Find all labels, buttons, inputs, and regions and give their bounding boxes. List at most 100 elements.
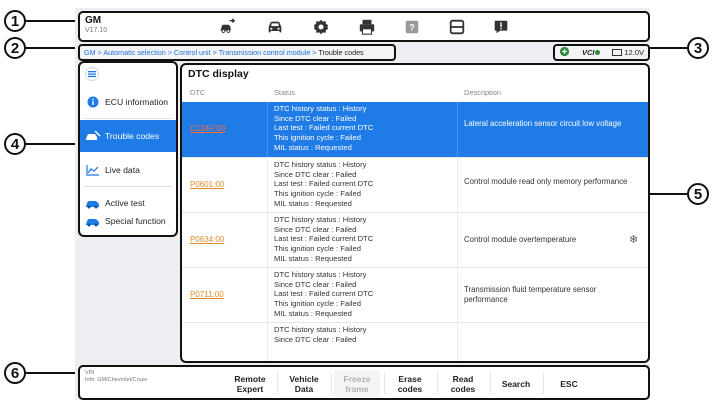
freeze-frame-button[interactable]: Freeze frame bbox=[334, 370, 380, 397]
table-row[interactable]: DTC history status : History Since DTC c… bbox=[182, 322, 648, 361]
vehicle-swap-icon[interactable] bbox=[218, 18, 236, 36]
status-line: DTC history status : History bbox=[274, 104, 367, 113]
column-header-status: Status bbox=[274, 88, 295, 97]
sidebar-item-ecu-information[interactable]: ECU information bbox=[80, 86, 176, 118]
dtc-description: Transmission fluid temperature sensor pe… bbox=[464, 285, 597, 304]
battery-icon bbox=[612, 49, 623, 56]
search-button[interactable]: Search bbox=[493, 370, 539, 397]
status-line: Last test : Failed current DTC bbox=[274, 234, 374, 244]
column-header-dtc: DTC bbox=[190, 88, 206, 97]
column-divider bbox=[267, 213, 268, 267]
menu-icon[interactable] bbox=[84, 67, 100, 81]
dtc-status: DTC history status : History Since DTC c… bbox=[274, 215, 373, 264]
read-codes-button[interactable]: Read codes bbox=[440, 370, 486, 397]
vci-connected-icon bbox=[595, 50, 601, 55]
callout-5: 5 bbox=[687, 183, 709, 205]
sidebar-item-label: ECU information bbox=[105, 97, 169, 107]
status-line: Since DTC clear : Failed bbox=[274, 334, 357, 344]
dtc-status: DTC history status : History Since DTC c… bbox=[274, 325, 366, 344]
sidebar-item-label: Live data bbox=[105, 165, 140, 175]
table-row[interactable]: P0601:00 DTC history status : History Si… bbox=[182, 157, 648, 212]
car-icon[interactable] bbox=[266, 18, 284, 36]
status-indicators: VCI 12.0V bbox=[553, 44, 650, 61]
dtc-code-link[interactable]: P0711:00 bbox=[190, 290, 224, 299]
table-row[interactable]: P0711:00 DTC history status : History Si… bbox=[182, 267, 648, 322]
sidebar-item-label: Special function bbox=[105, 216, 166, 226]
sidebar-item-live-data[interactable]: Live data bbox=[80, 154, 176, 186]
callout-5-leader bbox=[650, 193, 687, 195]
status-line: DTC history status : History bbox=[274, 160, 367, 169]
bottom-toolbar: VIN Info: GM/Chevrolet/Cruze Remote Expe… bbox=[78, 365, 650, 400]
dtc-description: Control module overtemperature bbox=[464, 235, 577, 244]
battery-indicator: 12.0V bbox=[612, 48, 644, 57]
erase-codes-button[interactable]: Erase codes bbox=[387, 370, 433, 397]
status-line: Since DTC clear : Failed bbox=[274, 113, 357, 123]
status-line: MIL status : Requested bbox=[274, 142, 352, 152]
vin-label: VIN bbox=[85, 370, 95, 376]
line-chart-icon bbox=[85, 163, 101, 177]
breadcrumb-current: Trouble codes bbox=[318, 48, 364, 57]
status-line: Since DTC clear : Failed bbox=[274, 169, 357, 179]
breadcrumb[interactable]: GM > Automatic selection > Control unit … bbox=[78, 44, 396, 61]
gear-icon[interactable] bbox=[312, 18, 330, 36]
column-divider bbox=[457, 268, 458, 322]
feedback-icon[interactable] bbox=[492, 18, 510, 36]
column-divider bbox=[267, 102, 268, 157]
column-divider bbox=[457, 158, 458, 212]
vci-label: VCI bbox=[581, 48, 595, 57]
top-toolbar: GM V17.10 ? bbox=[78, 11, 650, 42]
vehicle-info-text: Info: GM/Chevrolet/Cruze bbox=[85, 377, 148, 383]
status-line: DTC history status : History bbox=[274, 270, 367, 279]
dtc-status: DTC history status : History Since DTC c… bbox=[274, 270, 373, 319]
column-divider bbox=[267, 323, 268, 361]
table-row[interactable]: C124F:00 DTC history status : History Si… bbox=[182, 102, 648, 157]
help-icon[interactable]: ? bbox=[403, 18, 421, 36]
button-divider bbox=[277, 373, 278, 394]
freeze-frame-snowflake-icon[interactable]: ❄ bbox=[629, 233, 638, 246]
button-divider bbox=[331, 373, 332, 394]
dtc-description: Lateral acceleration sensor circuit low … bbox=[464, 119, 622, 128]
dtc-code-link[interactable]: C124F:00 bbox=[190, 124, 225, 133]
column-divider bbox=[267, 268, 268, 322]
table-header: DTC Status Description bbox=[182, 86, 648, 100]
vehicle-data-button[interactable]: Vehicle Data bbox=[279, 370, 329, 397]
brand-name: GM bbox=[85, 15, 102, 26]
status-line: Last test : Failed current DTC bbox=[274, 179, 374, 189]
status-line: Since DTC clear : Failed bbox=[274, 279, 357, 289]
status-line: This ignition cycle : Failed bbox=[274, 244, 361, 254]
sidebar-divider bbox=[84, 118, 172, 119]
svg-text:?: ? bbox=[409, 23, 415, 33]
sidebar-item-trouble-codes[interactable]: Trouble codes bbox=[80, 120, 176, 152]
status-line: Since DTC clear : Failed bbox=[274, 224, 357, 234]
page-title: DTC display bbox=[188, 68, 249, 80]
status-line: MIL status : Requested bbox=[274, 253, 352, 263]
table-row[interactable]: P0634:00 DTC history status : History Si… bbox=[182, 212, 648, 267]
status-line: DTC history status : History bbox=[274, 325, 367, 334]
sidebar-item-label: Trouble codes bbox=[105, 131, 160, 141]
function-sidebar: ECU information Trouble codes Live data … bbox=[78, 61, 178, 237]
vci-indicator: VCI bbox=[582, 48, 601, 57]
save-icon[interactable] bbox=[448, 18, 466, 36]
breadcrumb-path[interactable]: GM > Automatic selection > Control unit … bbox=[84, 48, 318, 57]
callout-3: 3 bbox=[687, 37, 709, 59]
remote-expert-button[interactable]: Remote Expert bbox=[227, 370, 273, 397]
esc-button[interactable]: ESC bbox=[546, 370, 592, 397]
column-divider bbox=[267, 158, 268, 212]
status-line: This ignition cycle : Failed bbox=[274, 189, 361, 199]
button-divider bbox=[490, 373, 491, 394]
callout-4: 4 bbox=[4, 133, 26, 155]
callout-2-leader bbox=[26, 47, 78, 49]
dtc-code-link[interactable]: P0601:00 bbox=[190, 180, 224, 189]
callout-1-leader bbox=[26, 20, 78, 22]
vehicle-info: VIN Info: GM/Chevrolet/Cruze bbox=[85, 370, 147, 384]
button-divider bbox=[543, 373, 544, 394]
info-icon bbox=[85, 95, 101, 109]
status-line: Last test : Failed current DTC bbox=[274, 289, 374, 299]
print-icon[interactable] bbox=[358, 18, 376, 36]
status-line: Last test : Failed current DTC bbox=[274, 123, 374, 133]
column-divider bbox=[457, 213, 458, 267]
dtc-description: Control module read only memory performa… bbox=[464, 177, 628, 186]
sidebar-item-special-function[interactable]: Special function bbox=[80, 205, 176, 237]
callout-4-leader bbox=[26, 143, 78, 145]
dtc-code-link[interactable]: P0634:00 bbox=[190, 235, 224, 244]
